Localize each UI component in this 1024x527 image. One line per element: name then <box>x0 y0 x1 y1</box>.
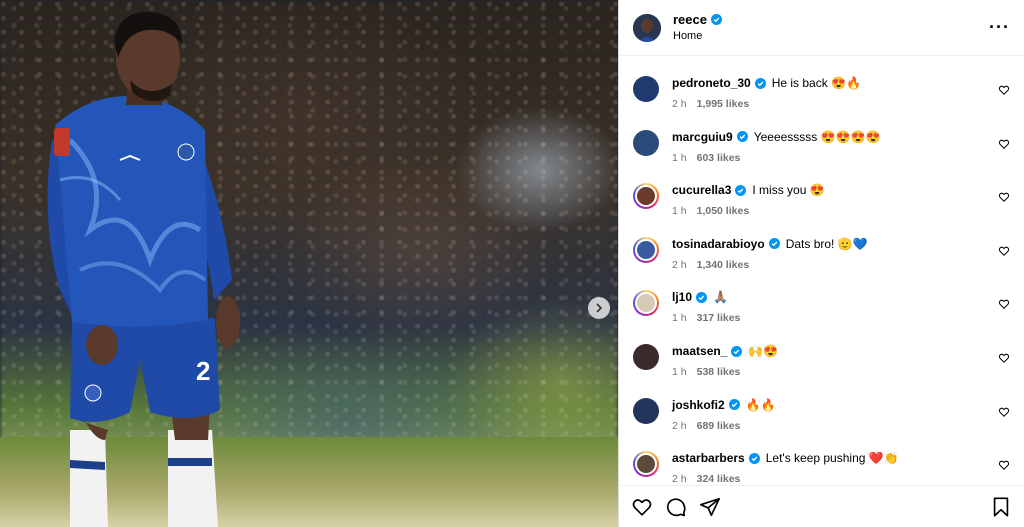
comment-text: Dats bro! 🫡💙 <box>785 236 868 251</box>
svg-text:2: 2 <box>196 356 210 386</box>
verified-badge-icon <box>748 452 760 464</box>
verified-badge-icon <box>736 131 748 143</box>
comment-likes[interactable]: 1,995 likes <box>697 98 750 110</box>
comment-time: 1 h <box>672 151 687 164</box>
more-options-button[interactable]: ··· <box>989 17 1010 38</box>
comment-item: marcguiu9 Yeeeesssss 😍😍😍😍 1 h 603 likes <box>619 124 1024 177</box>
comment-item: cucurella3 I miss you 😍 1 h 1,050 likes <box>619 177 1024 230</box>
comment-text: 🙏🏽 <box>713 290 728 305</box>
comment-likes[interactable]: 1,340 likes <box>697 259 750 271</box>
post-actions <box>619 485 1024 527</box>
commenter-avatar[interactable] <box>633 290 659 317</box>
commenter-avatar[interactable] <box>633 397 659 424</box>
comment-time: 1 h <box>672 205 687 218</box>
comment-item: joshkofi2 🔥🔥 2 h 689 likes <box>619 392 1024 445</box>
comments-panel: reece Home ··· pedroneto_30 He is back 😍🔥… <box>618 0 1024 527</box>
comment-username[interactable]: cucurella3 <box>672 183 731 197</box>
verified-badge-icon <box>768 238 780 250</box>
next-photo-button[interactable] <box>588 297 610 319</box>
comment-list: pedroneto_30 He is back 😍🔥 2 h 1,995 likes m… <box>619 56 1024 485</box>
commenter-avatar[interactable] <box>633 451 659 478</box>
comment-item: astarbarbers Let's keep pushing ❤️👏 2 h 324… <box>619 445 1024 485</box>
heart-icon[interactable] <box>631 496 653 518</box>
comment-username[interactable]: marcguiu9 <box>672 130 733 144</box>
commenter-avatar[interactable] <box>633 344 659 370</box>
comment-username[interactable]: joshkofi2 <box>672 398 725 412</box>
chevron-right-icon <box>596 303 603 313</box>
bookmark-icon[interactable] <box>990 496 1012 518</box>
avatar-image <box>633 13 661 42</box>
comment-text: 🔥🔥 <box>745 397 776 412</box>
heart-icon[interactable] <box>998 138 1010 150</box>
comment-icon[interactable] <box>665 496 687 518</box>
comment-time: 2 h <box>672 473 687 485</box>
post-photo: 2 <box>0 0 618 527</box>
comment-time: 2 h <box>672 258 687 271</box>
comment-likes[interactable]: 324 likes <box>697 473 741 485</box>
comment-username[interactable]: tosinadarabioyo <box>672 237 765 251</box>
comment-time: 2 h <box>672 419 687 432</box>
verified-badge-icon <box>735 184 747 196</box>
comment-username[interactable]: pedroneto_30 <box>672 76 751 90</box>
heart-icon[interactable] <box>998 459 1010 471</box>
post-header: reece Home ··· <box>619 0 1024 56</box>
author-avatar[interactable] <box>633 13 661 42</box>
commenter-avatar[interactable] <box>633 236 659 263</box>
share-icon[interactable] <box>699 496 721 518</box>
comment-likes[interactable]: 689 likes <box>697 420 741 432</box>
commenter-avatar[interactable] <box>633 183 659 210</box>
comment-text: I miss you 😍 <box>752 183 825 198</box>
heart-icon[interactable] <box>998 191 1010 203</box>
comment-username[interactable]: lj10 <box>672 290 692 304</box>
player-figure: 2 <box>47 11 240 527</box>
comment-time: 1 h <box>672 312 687 325</box>
post-location[interactable]: Home <box>673 30 989 43</box>
heart-icon[interactable] <box>998 298 1010 310</box>
verified-badge-icon <box>754 77 766 89</box>
commenter-avatar[interactable] <box>633 129 659 156</box>
comment-likes[interactable]: 1,050 likes <box>697 205 750 217</box>
commenter-avatar[interactable] <box>633 76 659 102</box>
comment-time: 1 h <box>672 366 687 378</box>
comment-item: lj10 🙏🏽 1 h 317 likes <box>619 284 1024 337</box>
comment-item: tosinadarabioyo Dats bro! 🫡💙 2 h 1,340 like… <box>619 231 1024 284</box>
comment-text: 🙌😍 <box>748 344 779 358</box>
comment-likes[interactable]: 538 likes <box>697 366 741 378</box>
comment-username[interactable]: astarbarbers <box>672 451 745 465</box>
author-username[interactable]: reece <box>673 12 707 28</box>
comment-text: Yeeeesssss 😍😍😍😍 <box>753 129 881 144</box>
post-viewer: 2 reece Home ··· pedroneto_30 He is back… <box>0 0 1024 527</box>
comment-item: pedroneto_30 He is back 😍🔥 2 h 1,995 likes <box>619 70 1024 123</box>
verified-badge-icon <box>710 13 722 25</box>
verified-badge-icon <box>728 399 740 411</box>
heart-icon[interactable] <box>998 84 1010 96</box>
comment-likes[interactable]: 603 likes <box>697 152 741 164</box>
verified-badge-icon <box>696 291 708 303</box>
comment-likes[interactable]: 317 likes <box>697 312 741 324</box>
comment-text: Let's keep pushing ❤️👏 <box>765 451 899 466</box>
heart-icon[interactable] <box>998 352 1010 364</box>
comment-time: 2 h <box>672 98 687 110</box>
heart-icon[interactable] <box>998 406 1010 418</box>
comment-username[interactable]: maatsen_ <box>672 344 727 358</box>
heart-icon[interactable] <box>998 245 1010 257</box>
comment-text: He is back 😍🔥 <box>771 76 861 90</box>
comment-item: maatsen_ 🙌😍 1 h 538 likes <box>619 338 1024 391</box>
verified-badge-icon <box>731 345 743 357</box>
